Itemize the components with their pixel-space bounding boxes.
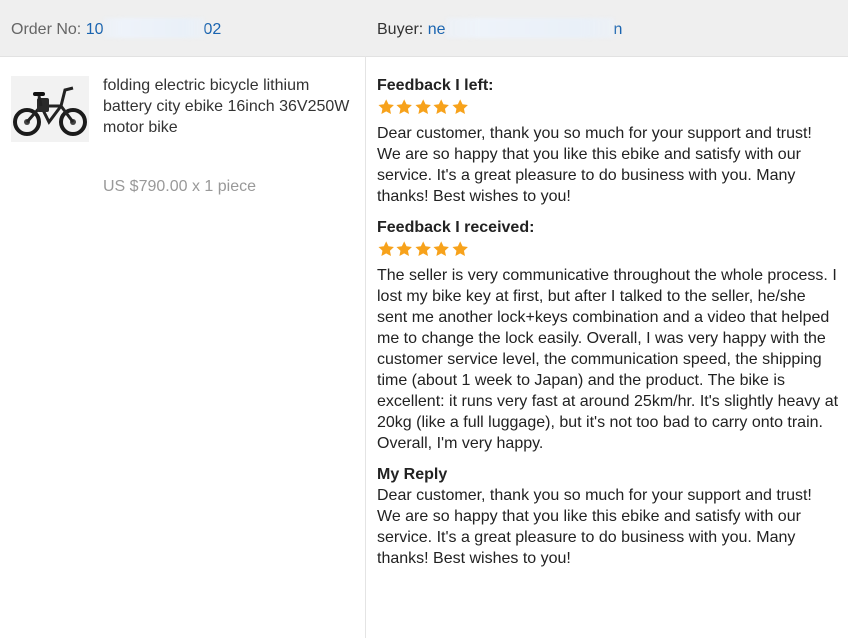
folding-ebike-icon <box>11 76 89 142</box>
order-number-value[interactable]: 10 02 <box>86 18 221 38</box>
product-price: US $790.00 x 1 piece <box>103 178 256 195</box>
feedback-panel: Feedback I left: Dear customer, thank yo… <box>377 75 839 569</box>
feedback-received-rating <box>377 240 839 262</box>
star-icon <box>452 99 468 115</box>
my-reply-text: Dear customer, thank you so much for you… <box>377 487 812 567</box>
star-icon <box>433 241 450 257</box>
star-icon <box>415 241 431 257</box>
star-icon <box>433 99 450 115</box>
feedback-received-text: The seller is very communicative through… <box>377 267 839 452</box>
my-reply-title: My Reply <box>377 466 448 483</box>
product-thumbnail[interactable] <box>11 76 89 142</box>
product-title[interactable]: folding electric bicycle lithium battery… <box>103 75 353 138</box>
redacted-mask <box>103 18 204 38</box>
order-label: Order No: <box>11 21 82 38</box>
buyer-name-link[interactable]: ne n <box>428 18 622 38</box>
column-divider <box>365 56 366 638</box>
redacted-mask <box>445 18 614 38</box>
star-icon <box>378 99 394 115</box>
star-icon <box>452 241 468 257</box>
order-number: Order No: 10 02 <box>11 18 221 39</box>
buyer: Buyer: ne n <box>377 18 622 39</box>
feedback-left-text: Dear customer, thank you so much for you… <box>377 125 812 205</box>
order-header: Order No: 10 02 Buyer: ne n <box>0 0 848 57</box>
feedback-left-rating <box>377 98 839 120</box>
star-icon <box>396 99 413 115</box>
buyer-label: Buyer: <box>377 21 424 38</box>
feedback-received-title: Feedback I received: <box>377 219 535 236</box>
star-icon <box>396 241 413 257</box>
feedback-left-title: Feedback I left: <box>377 77 494 94</box>
star-icon <box>378 241 394 257</box>
star-icon <box>415 99 431 115</box>
